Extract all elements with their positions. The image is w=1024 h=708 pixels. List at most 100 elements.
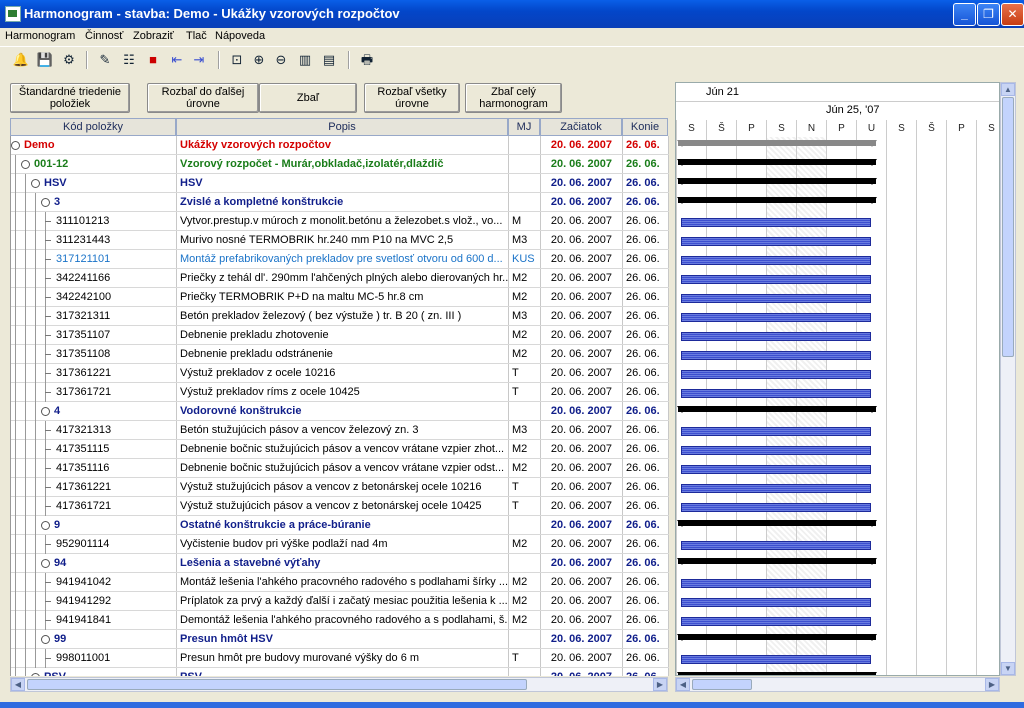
collapse-all-button[interactable]: Zbaľ celý harmonogram <box>465 83 562 113</box>
table-row[interactable]: 941941292 Príplatok za prvý a každý ďalší… <box>11 592 669 611</box>
gantt-task-bar[interactable] <box>681 484 871 493</box>
zoom-in-icon[interactable]: ⊕ <box>250 51 268 69</box>
gantt-task-bar[interactable] <box>681 465 871 474</box>
table-row[interactable]: 317351108 Debnenie prekladu odstránenie M2… <box>11 345 669 364</box>
gantt-summary-bar[interactable] <box>677 634 877 641</box>
table-row[interactable]: HSV HSV 20. 06. 2007 26. 06. <box>11 174 669 193</box>
table-row[interactable]: Demo Ukážky vzorových rozpočtov 20. 06. 20… <box>11 136 669 155</box>
column-header-end[interactable]: Konie <box>622 118 668 136</box>
save-icon[interactable]: 💾 <box>36 51 54 69</box>
table-row[interactable]: 99 Presun hmôt HSV 20. 06. 2007 26. 06. <box>11 630 669 649</box>
column-header-desc[interactable]: Popis <box>176 118 508 136</box>
gantt-task-bar[interactable] <box>681 446 871 455</box>
edit-icon[interactable]: ✎ <box>96 51 114 69</box>
gantt-task-bar[interactable] <box>681 389 871 398</box>
gantt-task-bar[interactable] <box>681 370 871 379</box>
print-icon[interactable]: 🖶 <box>358 51 376 69</box>
gantt-summary-bar[interactable] <box>677 197 877 204</box>
table-row[interactable]: 417351115 Debnenie bočnic stužujúcich pás… <box>11 440 669 459</box>
table-row[interactable]: 3 Zvislé a kompletné konštrukcie 20. 06. 2… <box>11 193 669 212</box>
gantt-summary-bar[interactable] <box>677 520 877 527</box>
zoom-out-icon[interactable]: ⊖ <box>272 51 290 69</box>
gantt-summary-bar[interactable] <box>677 672 877 675</box>
menu-zobrazit[interactable]: Zobraziť <box>133 30 174 42</box>
gantt-task-bar[interactable] <box>681 351 871 360</box>
indent-icon[interactable]: ⇤ <box>168 51 186 69</box>
menu-cinnost[interactable]: Činnosť <box>85 30 123 42</box>
scroll-right-button[interactable]: ▶ <box>985 678 999 691</box>
sort-button[interactable]: Štandardné triedenie položiek <box>10 83 130 113</box>
table-row[interactable]: 417361221 Výstuž stužujúcich pásov a venc… <box>11 478 669 497</box>
table-row[interactable]: 94 Lešenia a stavebné výťahy 20. 06. 2007 2… <box>11 554 669 573</box>
fit-icon[interactable]: ⊡ <box>228 51 246 69</box>
column-header-start[interactable]: Začiatok <box>540 118 622 136</box>
gantt-task-bar[interactable] <box>681 275 871 284</box>
bell-icon[interactable]: 🔔 <box>12 51 30 69</box>
gantt-task-bar[interactable] <box>681 598 871 607</box>
table-row[interactable]: 342242100 Priečky TERMOBRIK P+D na maltu … <box>11 288 669 307</box>
gantt-task-bar[interactable] <box>681 313 871 322</box>
menu-napoveda[interactable]: Nápoveda <box>215 30 265 42</box>
table-row[interactable]: 998011001 Presun hmôt pre budovy murované… <box>11 649 669 668</box>
gantt-task-bar[interactable] <box>681 256 871 265</box>
expand-all-button[interactable]: Rozbaľ všetky úrovne <box>364 83 460 113</box>
tree-node-toggle[interactable] <box>31 673 40 676</box>
vertical-scrollbar[interactable]: ▲ ▼ <box>1000 82 1016 676</box>
table-row[interactable]: 417351116 Debnenie bočnic stužujúcich pás… <box>11 459 669 478</box>
gantt-task-bar[interactable] <box>681 427 871 436</box>
table-hscrollbar[interactable]: ◀ ▶ <box>10 677 668 692</box>
gantt-summary-bar[interactable] <box>677 140 877 147</box>
expand-next-level-button[interactable]: Rozbaľ do ďalšej úrovne <box>147 83 259 113</box>
table-row[interactable]: 9 Ostatné konštrukcie a práce-búranie 20. … <box>11 516 669 535</box>
gantt-task-bar[interactable] <box>681 294 871 303</box>
scroll-down-button[interactable]: ▼ <box>1001 662 1015 675</box>
close-button[interactable]: ✕ <box>1001 3 1024 26</box>
table-row[interactable]: PSVPSV 20. 06. 200726. 06. <box>11 668 669 676</box>
tree-node-toggle[interactable] <box>11 141 20 150</box>
scroll-thumb[interactable] <box>692 679 752 690</box>
table-row[interactable]: 317361221 Výstuž prekladov z ocele 10216 T… <box>11 364 669 383</box>
tree-node-toggle[interactable] <box>41 407 50 416</box>
gantt-task-bar[interactable] <box>681 579 871 588</box>
menu-tlac[interactable]: Tlač <box>186 30 207 42</box>
gantt-task-bar[interactable] <box>681 541 871 550</box>
table-row[interactable]: 317351107 Debnenie prekladu zhotovenie M2 2… <box>11 326 669 345</box>
tree-node-toggle[interactable] <box>41 635 50 644</box>
gantt-task-bar[interactable] <box>681 237 871 246</box>
outdent-icon[interactable]: ⇥ <box>190 51 208 69</box>
restore-button[interactable]: ❐ <box>977 3 1000 26</box>
columns-icon[interactable]: ▥ <box>296 51 314 69</box>
gantt-task-bar[interactable] <box>681 503 871 512</box>
gantt-task-bar[interactable] <box>681 218 871 227</box>
scroll-left-button[interactable]: ◀ <box>676 678 690 691</box>
table-row[interactable]: 4 Vodorovné konštrukcie 20. 06. 2007 26. 06… <box>11 402 669 421</box>
table-row[interactable]: 317121101 Montáž prefabrikovaných preklad… <box>11 250 669 269</box>
table-row[interactable]: 311231443 Murivo nosné TERMOBRIK hr.240 m… <box>11 231 669 250</box>
scroll-thumb[interactable] <box>1002 97 1014 357</box>
list-icon[interactable]: ▤ <box>320 51 338 69</box>
table-row[interactable]: 417361721 Výstuž stužujúcich pásov a venc… <box>11 497 669 516</box>
gantt-summary-bar[interactable] <box>677 178 877 185</box>
minimize-button[interactable]: _ <box>953 3 976 26</box>
table-row[interactable]: 952901114 Vyčistenie budov pri výške podl… <box>11 535 669 554</box>
collapse-button[interactable]: Zbaľ <box>259 83 357 113</box>
table-row[interactable]: 941941042 Montáž lešenia l'ahkého pracovn… <box>11 573 669 592</box>
table-row[interactable]: 417321313 Betón stužujúcich pásov a venco… <box>11 421 669 440</box>
scroll-left-button[interactable]: ◀ <box>11 678 25 691</box>
tree-node-toggle[interactable] <box>21 160 30 169</box>
gantt-task-bar[interactable] <box>681 655 871 664</box>
scroll-up-button[interactable]: ▲ <box>1001 83 1015 96</box>
table-row[interactable]: 311101213 Vytvor.prestup.v múroch z monol… <box>11 212 669 231</box>
scroll-thumb[interactable] <box>27 679 527 690</box>
table-row[interactable]: 342241166 Priečky z tehál dl'. 290mm l'ah… <box>11 269 669 288</box>
table-row[interactable]: 317321311 Betón prekladov železový ( bez … <box>11 307 669 326</box>
tree-icon[interactable]: ☷ <box>120 51 138 69</box>
gantt-summary-bar[interactable] <box>677 159 877 166</box>
tree-node-toggle[interactable] <box>31 179 40 188</box>
table-row[interactable]: 001-12 Vzorový rozpočet - Murár,obkladač,… <box>11 155 669 174</box>
column-header-code[interactable]: Kód položky <box>10 118 176 136</box>
tree-node-toggle[interactable] <box>41 521 50 530</box>
table-row[interactable]: 941941841 Demontáž lešenia l'ahkého praco… <box>11 611 669 630</box>
scroll-right-button[interactable]: ▶ <box>653 678 667 691</box>
gantt-summary-bar[interactable] <box>677 406 877 413</box>
